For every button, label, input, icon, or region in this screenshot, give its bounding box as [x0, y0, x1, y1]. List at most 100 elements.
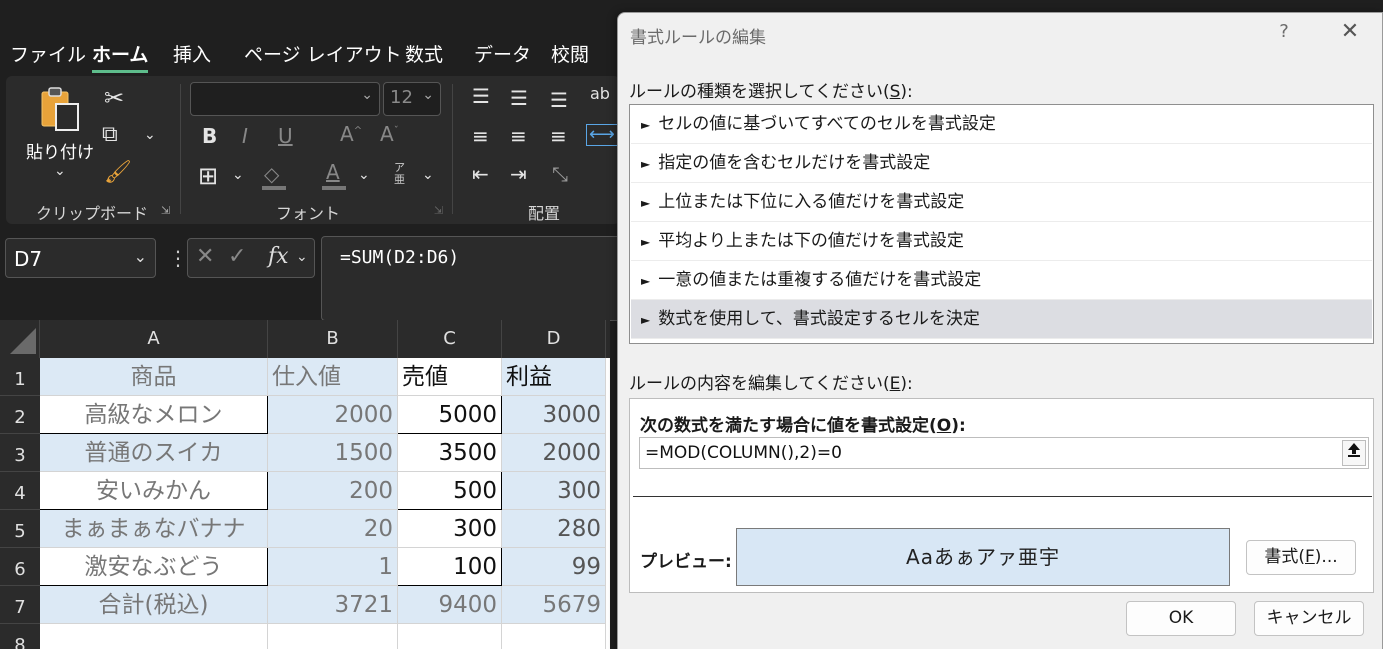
cell-a7[interactable]: 合計(税込)	[40, 586, 268, 624]
align-right-icon[interactable]: ≡	[550, 126, 567, 146]
row-header-2[interactable]: 2	[0, 396, 40, 434]
cell-a5[interactable]: まぁまぁなバナナ	[40, 510, 268, 548]
cell-c4[interactable]: 500	[398, 472, 502, 510]
align-top-icon[interactable]: ☰	[472, 86, 490, 106]
cut-icon[interactable]: ✂	[104, 86, 124, 110]
cell-b2[interactable]: 2000	[268, 396, 398, 434]
tab-home[interactable]: ホーム	[92, 40, 149, 73]
align-center-icon[interactable]: ≡	[510, 126, 527, 146]
column-header-b[interactable]: B	[268, 320, 398, 358]
chevron-down-icon[interactable]: ⌄	[296, 249, 308, 265]
cell-d4[interactable]: 300	[502, 472, 606, 510]
font-name-combo[interactable]: ⌄	[190, 82, 380, 116]
paste-label[interactable]: 貼り付け	[26, 138, 94, 163]
cell-a8[interactable]	[40, 624, 268, 649]
increase-font-icon[interactable]: A^	[340, 124, 362, 144]
row-header-6[interactable]: 6	[0, 548, 40, 586]
format-painter-icon[interactable]: 🖌	[104, 162, 132, 184]
cell-d5[interactable]: 280	[502, 510, 606, 548]
rule-type-list[interactable]: ► セルの値に基づいてすべてのセルを書式設定 ► 指定の値を含むセルだけを書式設定 …	[629, 104, 1374, 344]
column-header-d[interactable]: D	[502, 320, 606, 358]
tab-file[interactable]: ファイル	[10, 40, 86, 67]
column-header-a[interactable]: A	[40, 320, 268, 358]
cell-c2[interactable]: 5000	[398, 396, 502, 434]
cell-b6[interactable]: 1	[268, 548, 398, 586]
cell-a1[interactable]: 商品	[40, 358, 268, 396]
tab-formulas[interactable]: 数式	[405, 40, 443, 67]
chevron-down-icon[interactable]: ⌄	[422, 168, 434, 182]
cell-a3[interactable]: 普通のスイカ	[40, 434, 268, 472]
rule-type-item[interactable]: ► セルの値に基づいてすべてのセルを書式設定	[631, 105, 1372, 144]
close-icon[interactable]: ✕	[1336, 19, 1364, 44]
cell-c1[interactable]: 売値	[398, 358, 502, 396]
worksheet-grid[interactable]: A B C D 1 2 3 4 5 6 7 8 商品 仕入値 売値 利益 高級な…	[0, 320, 610, 649]
cell-d1[interactable]: 利益	[502, 358, 606, 396]
fill-color-icon[interactable]: ◇	[264, 164, 279, 184]
rule-type-item[interactable]: ► 平均より上または下の値だけを書式設定	[631, 222, 1372, 261]
cell-d8[interactable]	[502, 624, 606, 649]
text-direction-icon[interactable]: ⤡	[552, 164, 568, 184]
name-box[interactable]: D7 ⌄	[5, 238, 156, 278]
cell-c3[interactable]: 3500	[398, 434, 502, 472]
paste-icon[interactable]	[40, 86, 82, 137]
wrap-text-icon[interactable]: ⟷	[586, 124, 618, 146]
cell-a2[interactable]: 高級なメロン	[40, 396, 268, 434]
column-header-c[interactable]: C	[398, 320, 502, 358]
row-header-3[interactable]: 3	[0, 434, 40, 472]
tab-review[interactable]: 校閲	[551, 40, 589, 67]
dialog-launcher-icon[interactable]: ⇲	[434, 204, 443, 217]
formula-input[interactable]: =SUM(D2:D6)	[321, 236, 621, 321]
align-left-icon[interactable]: ≡	[472, 126, 489, 146]
underline-button[interactable]: U	[278, 126, 293, 146]
cell-b4[interactable]: 200	[268, 472, 398, 510]
cell-c8[interactable]	[398, 624, 502, 649]
phonetic-icon[interactable]: ア亜	[394, 162, 405, 186]
decrease-indent-icon[interactable]: ⇤	[472, 164, 489, 184]
rule-type-item[interactable]: ► 一意の値または重複する値だけを書式設定	[631, 261, 1372, 300]
copy-icon[interactable]: ⧉	[102, 124, 118, 146]
row-header-1[interactable]: 1	[0, 358, 40, 396]
align-middle-icon[interactable]: ☰	[510, 88, 528, 108]
dialog-launcher-icon[interactable]: ⇲	[161, 204, 170, 217]
row-header-8[interactable]: 8	[0, 624, 40, 649]
chevron-down-icon[interactable]: ⌄	[232, 168, 244, 182]
collapse-dialog-button[interactable]	[1342, 440, 1366, 466]
row-header-7[interactable]: 7	[0, 586, 40, 624]
cell-c6[interactable]: 100	[398, 548, 502, 586]
chevron-down-icon[interactable]: ⌄	[144, 128, 156, 142]
cell-b7[interactable]: 3721	[268, 586, 398, 624]
cell-a4[interactable]: 安いみかん	[40, 472, 268, 510]
cell-b8[interactable]	[268, 624, 398, 649]
cell-b5[interactable]: 20	[268, 510, 398, 548]
rule-type-item[interactable]: ► 上位または下位に入る値だけを書式設定	[631, 183, 1372, 222]
bold-button[interactable]: B	[202, 126, 217, 146]
cell-d7[interactable]: 5679	[502, 586, 606, 624]
cell-b3[interactable]: 1500	[268, 434, 398, 472]
select-all-corner[interactable]	[0, 320, 40, 358]
tab-page-layout[interactable]: ページ レイアウト	[244, 40, 402, 67]
confirm-entry-icon[interactable]: ✓	[228, 244, 246, 269]
cell-b1[interactable]: 仕入値	[268, 358, 398, 396]
format-button[interactable]: 書式(F)...	[1246, 540, 1356, 575]
decrease-font-icon[interactable]: Aˇ	[380, 124, 399, 144]
cell-d6[interactable]: 99	[502, 548, 606, 586]
chevron-down-icon[interactable]: ⌄	[54, 164, 66, 178]
font-color-icon[interactable]: A	[326, 162, 340, 182]
cell-d2[interactable]: 3000	[502, 396, 606, 434]
font-size-combo[interactable]: 12 ⌄	[383, 82, 441, 116]
rule-type-item[interactable]: ► 指定の値を含むセルだけを書式設定	[631, 144, 1372, 183]
cell-c7[interactable]: 9400	[398, 586, 502, 624]
borders-icon[interactable]: ⊞	[198, 164, 218, 188]
more-options-icon[interactable]: ⋮	[168, 246, 188, 270]
ok-button[interactable]: OK	[1126, 601, 1236, 636]
cell-d3[interactable]: 2000	[502, 434, 606, 472]
row-header-5[interactable]: 5	[0, 510, 40, 548]
cancel-button[interactable]: キャンセル	[1254, 601, 1364, 636]
cell-c5[interactable]: 300	[398, 510, 502, 548]
italic-button[interactable]: I	[242, 126, 248, 146]
chevron-down-icon[interactable]: ⌄	[358, 168, 370, 182]
chevron-down-icon[interactable]: ⌄	[134, 247, 147, 266]
tab-insert[interactable]: 挿入	[173, 40, 211, 67]
row-header-4[interactable]: 4	[0, 472, 40, 510]
cell-a6[interactable]: 激安なぶどう	[40, 548, 268, 586]
